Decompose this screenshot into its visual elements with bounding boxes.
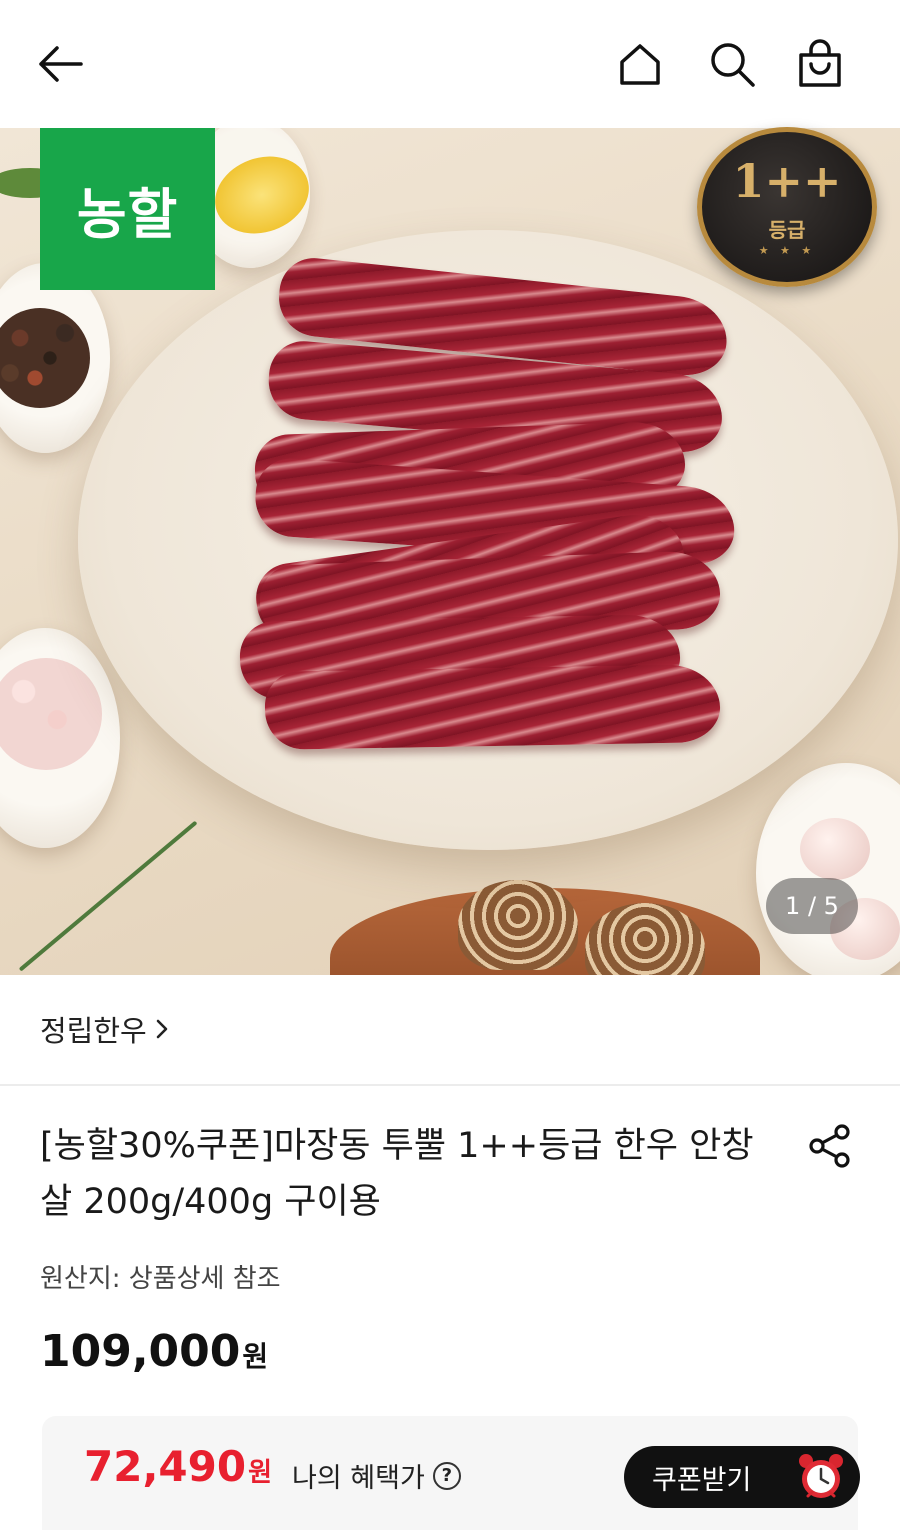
coupon-button[interactable]: 쿠폰받기 — [624, 1446, 860, 1508]
alarm-clock-icon — [799, 1454, 843, 1498]
price-unit: 원 — [242, 1340, 269, 1373]
garlic-clove — [800, 818, 870, 880]
meat-strip — [264, 664, 721, 750]
top-navigation-bar — [0, 0, 900, 128]
product-title: [농할30%쿠폰]마장동 투뿔 1++등급 한우 안창살 200g/400g 구… — [40, 1126, 754, 1222]
chevron-right-icon — [156, 1019, 168, 1039]
coupon-button-label: 쿠폰받기 — [652, 1464, 752, 1496]
grade-badge-main: 1++ — [732, 154, 842, 208]
price-value: 109,000 — [40, 1326, 241, 1377]
my-benefit-text: 나의 혜택가 — [292, 1463, 425, 1494]
share-icon[interactable] — [800, 1118, 860, 1174]
search-icon[interactable] — [704, 36, 760, 92]
benefit-price-value: 72,490 — [84, 1442, 247, 1491]
grade-badge: 1++ 등급 ★ ★ ★ — [697, 127, 877, 287]
benefit-box: 72,490 원 나의 혜택가 ? 쿠폰받기 — [42, 1416, 860, 1530]
help-icon[interactable]: ? — [432, 1461, 461, 1490]
shopping-bag-icon[interactable] — [792, 36, 848, 92]
benefit-price-unit: 원 — [248, 1458, 272, 1488]
origin-info: 원산지: 상품상세 참조 — [40, 1264, 281, 1294]
seller-link[interactable]: 정립한우 — [40, 1008, 169, 1050]
seller-name: 정립한우 — [40, 1014, 147, 1048]
image-counter: 1 / 5 — [766, 878, 858, 934]
home-icon[interactable] — [612, 36, 668, 92]
benefit-price: 72,490 원 — [84, 1442, 272, 1491]
grade-badge-sub: 등급 — [768, 218, 806, 242]
my-benefit-label: 나의 혜택가 ? — [292, 1456, 461, 1495]
grade-badge-stars: ★ ★ ★ — [758, 244, 816, 257]
original-price: 109,000 원 — [40, 1326, 268, 1377]
shiitake-mushroom — [458, 880, 578, 970]
section-divider — [0, 1084, 900, 1086]
nonghal-logo: 농할 — [40, 128, 215, 290]
back-arrow-icon[interactable] — [32, 36, 88, 92]
